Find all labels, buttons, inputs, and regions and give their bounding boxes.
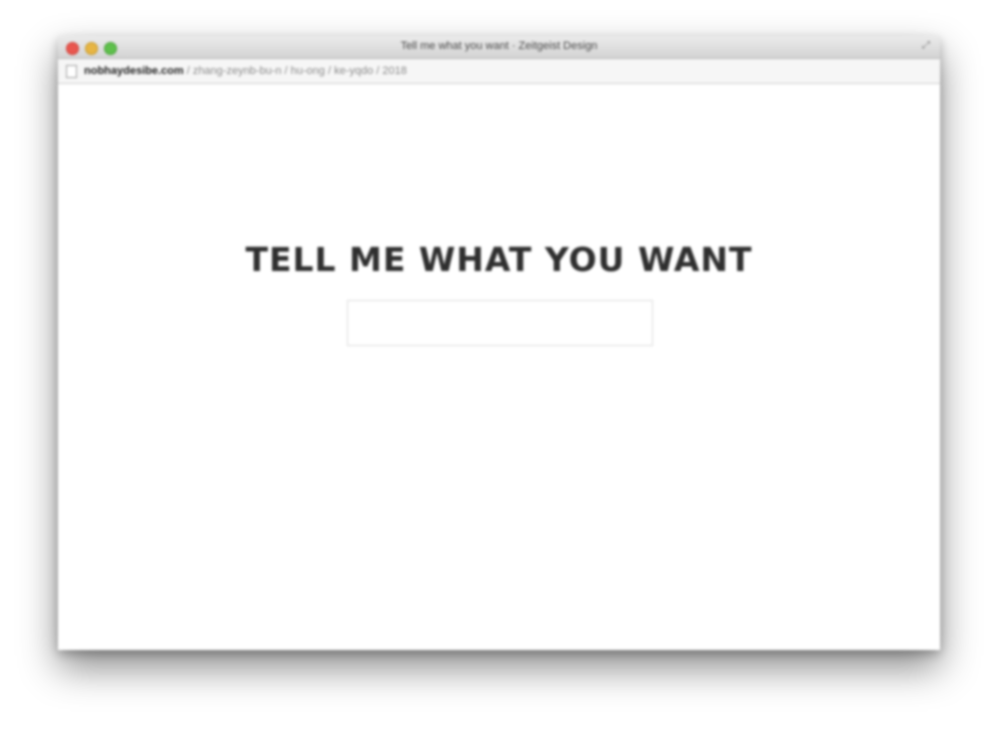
browser-window: Tell me what you want · Zeitgeist Design… <box>58 36 940 650</box>
fullscreen-icon[interactable]: ⤢ <box>922 41 932 51</box>
url-domain: nobhaydesibe.com <box>84 65 184 77</box>
want-input[interactable] <box>347 300 653 346</box>
title-bar: Tell me what you want · Zeitgeist Design… <box>58 36 940 59</box>
page-icon <box>66 65 77 78</box>
window-title: Tell me what you want · Zeitgeist Design <box>400 40 598 52</box>
address-bar[interactable]: nobhaydesibe.com / zhang-zeynb-bu-n / hu… <box>58 59 940 84</box>
page-content: TELL ME WHAT YOU WANT <box>58 84 940 650</box>
url-path: / zhang-zeynb-bu-n / hu-ong / ke-yqdo / … <box>186 65 407 77</box>
page-title: TELL ME WHAT YOU WANT <box>245 240 753 279</box>
url[interactable]: nobhaydesibe.com / zhang-zeynb-bu-n / hu… <box>84 65 407 77</box>
stage: Tell me what you want · Zeitgeist Design… <box>0 0 998 730</box>
